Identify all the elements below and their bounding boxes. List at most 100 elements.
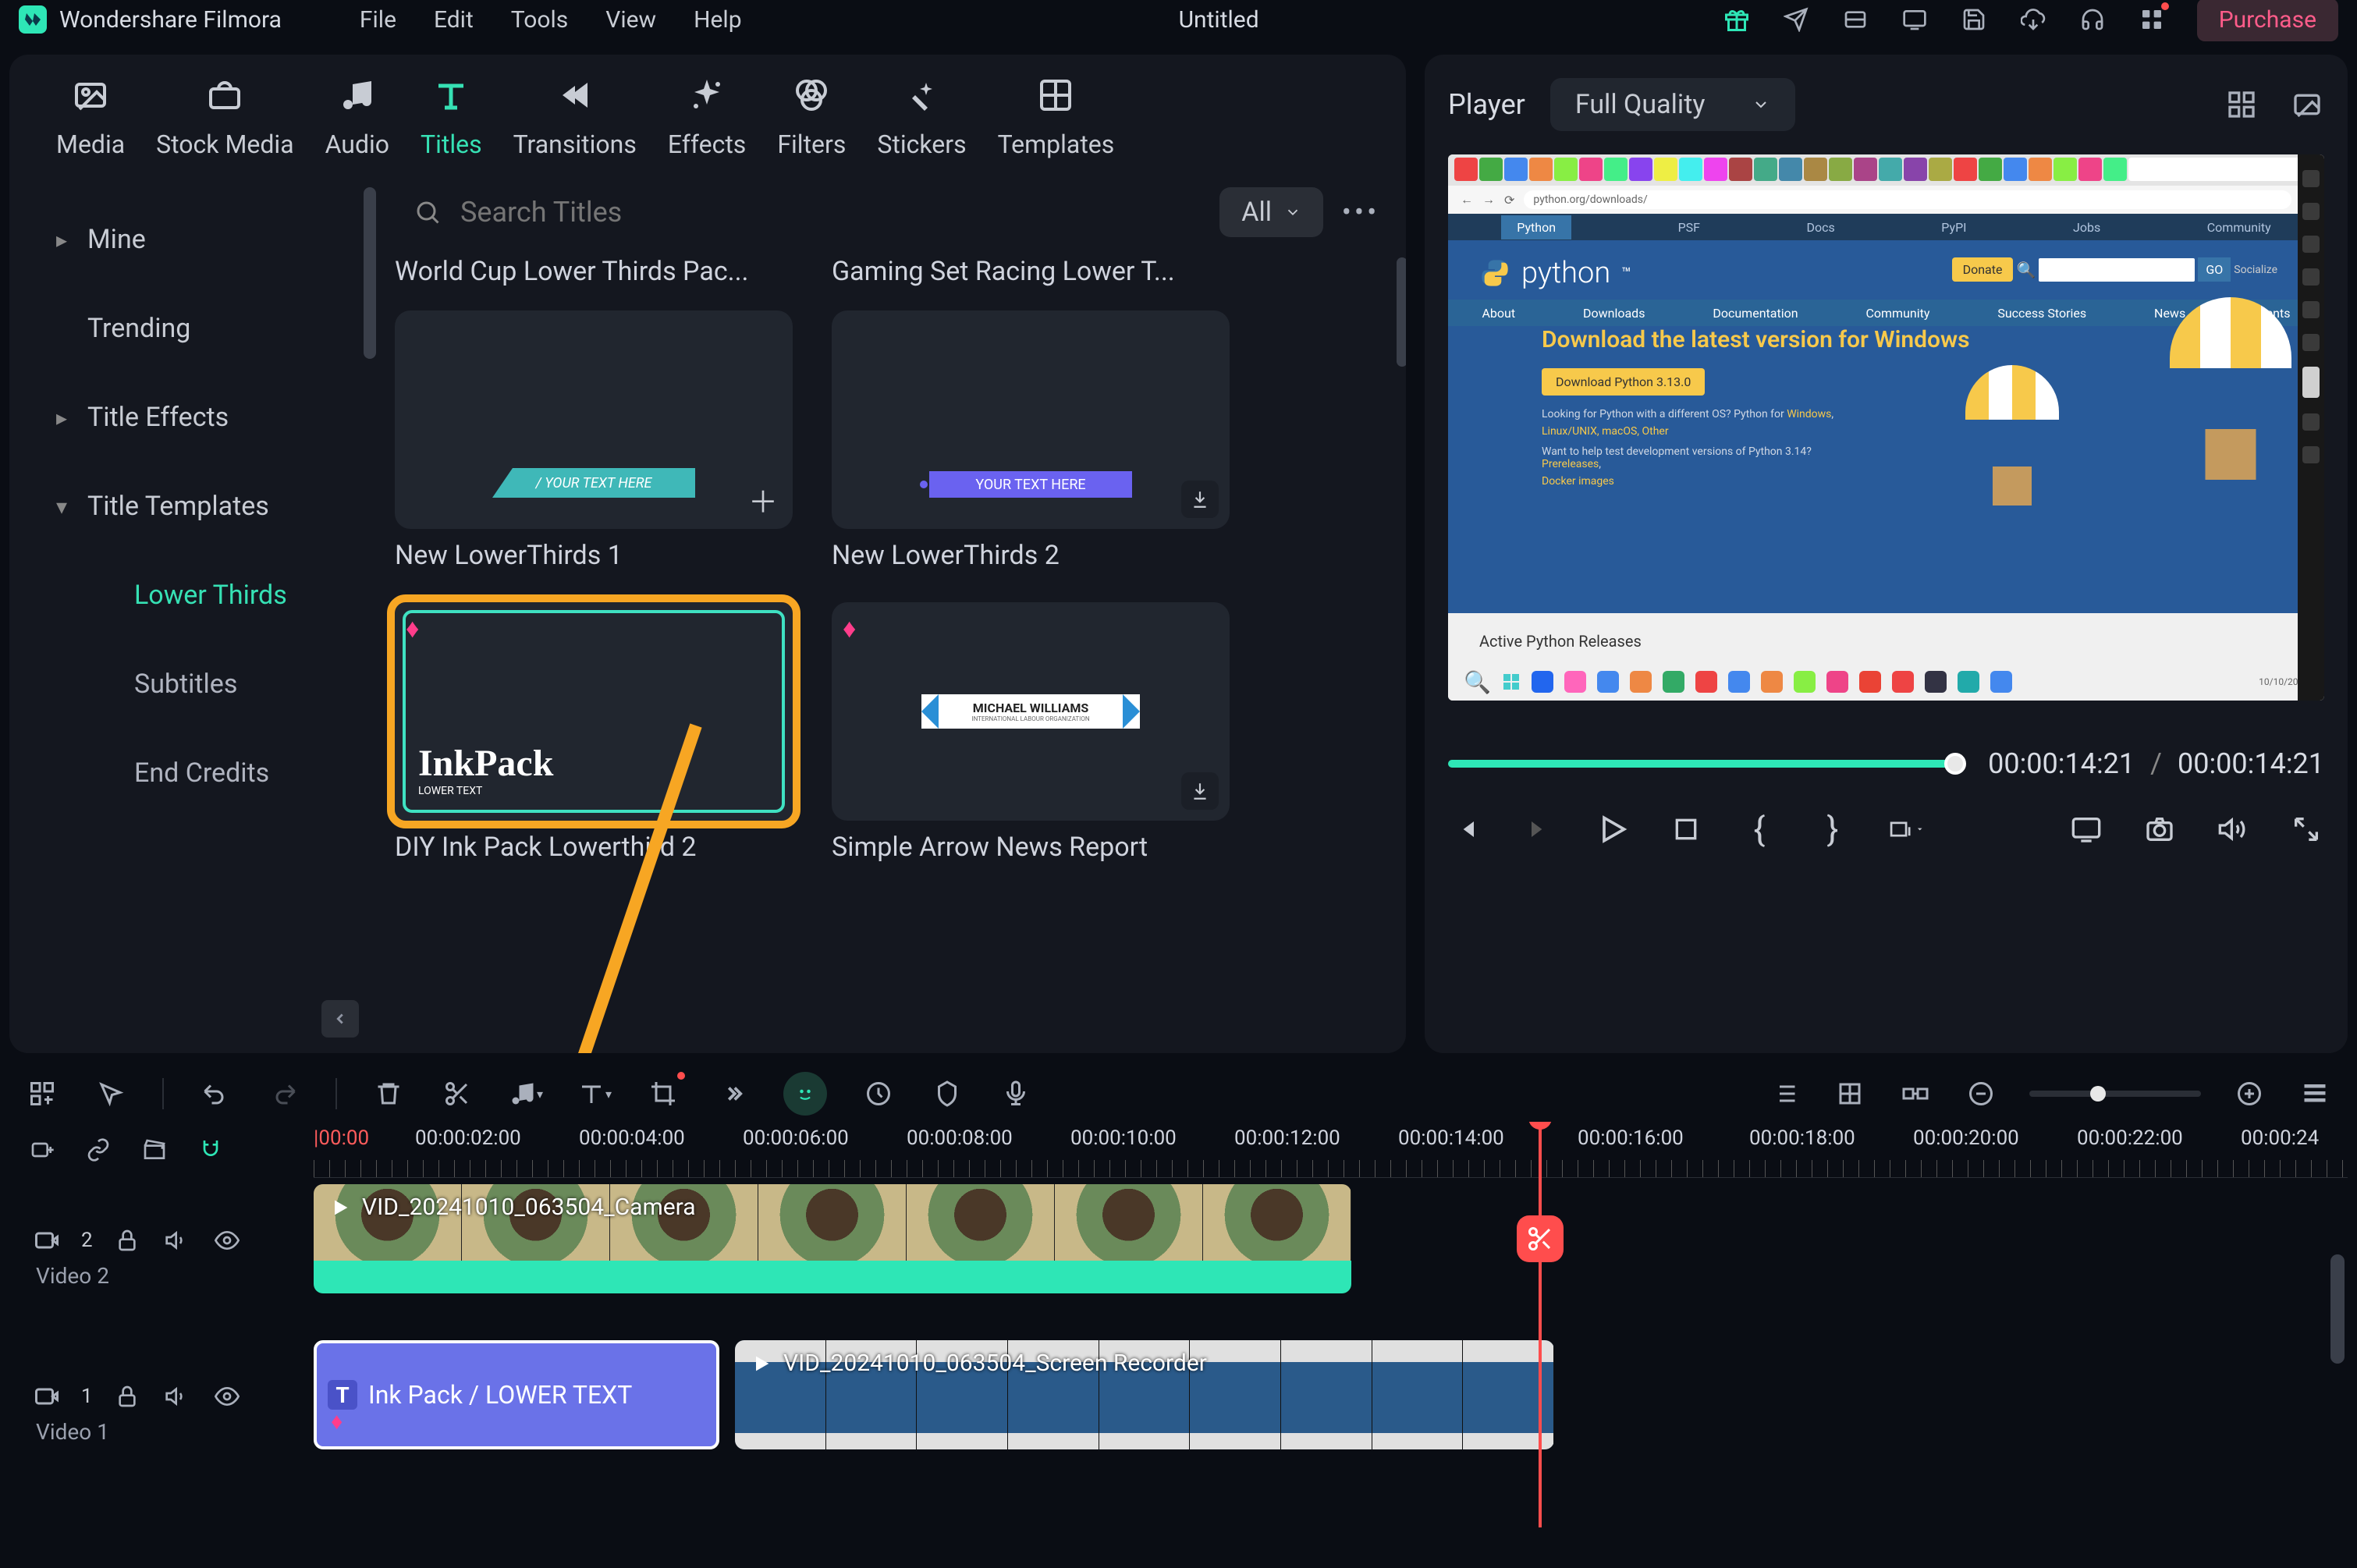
sidebar-item-mine[interactable]: ▸Mine <box>9 195 368 284</box>
crop-icon[interactable] <box>646 1077 680 1111</box>
search-input[interactable] <box>460 196 1182 229</box>
snap-icon[interactable] <box>1833 1077 1867 1111</box>
zoom-slider[interactable] <box>2029 1091 2201 1097</box>
tab-stock-media[interactable]: Stock Media <box>156 73 293 159</box>
clip-video1-screen[interactable]: VID_20241010_063504_Screen Recorder <box>735 1340 1554 1449</box>
display-icon[interactable] <box>2068 811 2104 847</box>
grid-scrollbar[interactable] <box>1397 257 1406 367</box>
tab-effects[interactable]: Effects <box>668 73 746 159</box>
mute-icon[interactable] <box>162 1381 193 1412</box>
step-back-icon[interactable] <box>1448 811 1484 847</box>
add-track-icon[interactable] <box>25 1133 59 1167</box>
track-lane-video1[interactable]: T Ink Pack / LOWER TEXT ♦ VID_20241010_0… <box>314 1334 2348 1459</box>
sidebar-item-title-effects[interactable]: ▸Title Effects <box>9 373 368 462</box>
track-lane-video2[interactable]: VID_20241010_063504_Camera <box>314 1178 2348 1303</box>
track-header-video2[interactable]: 2 Video 2 <box>9 1178 314 1303</box>
menu-view[interactable]: View <box>605 6 656 34</box>
more-tools-icon[interactable] <box>715 1077 749 1111</box>
scissors-icon[interactable] <box>440 1077 474 1111</box>
timeline-tracks[interactable]: |00:00 00:00:02:00 00:00:04:00 00:00:06:… <box>314 1122 2348 1568</box>
pack-label[interactable]: Gaming Set Racing Lower T... <box>832 256 1230 287</box>
sidebar-subitem-end-credits[interactable]: End Credits <box>9 729 368 818</box>
tab-media[interactable]: Media <box>56 73 125 159</box>
tab-stickers[interactable]: Stickers <box>877 73 966 159</box>
grid-view-icon[interactable] <box>2224 87 2259 122</box>
tab-transitions[interactable]: Transitions <box>513 73 637 159</box>
cursor-icon[interactable] <box>94 1077 128 1111</box>
purchase-button[interactable]: Purchase <box>2197 0 2338 41</box>
layout-icon[interactable] <box>1841 5 1869 34</box>
apps-icon[interactable] <box>2138 5 2166 34</box>
zoom-in-icon[interactable] <box>2232 1077 2266 1111</box>
tab-titles[interactable]: Titles <box>421 73 482 159</box>
marker-icon[interactable] <box>930 1077 964 1111</box>
tab-filters[interactable]: Filters <box>777 73 846 159</box>
sidebar-subitem-lower-thirds[interactable]: Lower Thirds <box>9 551 368 640</box>
lock-icon[interactable] <box>112 1381 143 1412</box>
tab-audio[interactable]: Audio <box>325 73 389 159</box>
fullscreen-icon[interactable] <box>2288 811 2324 847</box>
add-icon[interactable]: ＋ <box>744 481 782 518</box>
text-on-timeline-icon[interactable]: ▾ <box>577 1077 612 1111</box>
clip-title-inkpack[interactable]: T Ink Pack / LOWER TEXT ♦ <box>314 1340 719 1449</box>
voiceover-icon[interactable] <box>999 1077 1033 1111</box>
title-thumb-simple-arrow-news[interactable]: ♦ MICHAEL WILLIAMS INTERNATIONAL LABOUR … <box>832 602 1230 821</box>
list-icon[interactable] <box>1767 1077 1801 1111</box>
visibility-icon[interactable] <box>211 1225 243 1256</box>
link-clips-icon[interactable] <box>1898 1077 1933 1111</box>
snapshot-icon[interactable] <box>2142 811 2178 847</box>
preview-viewport[interactable]: ←→⟳ python.org/downloads/ ★ Python PSF D… <box>1448 154 2324 701</box>
title-thumb-new-lowerthirds-1[interactable]: / YOUR TEXT HERE ＋ <box>395 310 793 529</box>
download-icon[interactable] <box>1181 772 1219 810</box>
monitor-icon[interactable] <box>1901 5 1929 34</box>
menu-tools[interactable]: Tools <box>511 6 568 34</box>
audio-beats-icon[interactable]: ▾ <box>509 1077 543 1111</box>
playhead-scissors-icon[interactable] <box>1517 1215 1564 1262</box>
mark-in-icon[interactable]: { <box>1741 811 1777 847</box>
title-thumb-new-lowerthirds-2[interactable]: YOUR TEXT HERE <box>832 310 1230 529</box>
download-icon[interactable] <box>1181 481 1219 518</box>
menu-file[interactable]: File <box>360 6 396 34</box>
sidebar-item-title-templates[interactable]: ▾Title Templates <box>9 462 368 551</box>
redo-icon[interactable] <box>267 1077 301 1111</box>
lock-icon[interactable] <box>112 1225 143 1256</box>
sidebar-item-trending[interactable]: Trending <box>9 284 368 373</box>
undo-icon[interactable] <box>198 1077 233 1111</box>
timeline-scrollbar[interactable] <box>2330 1254 2345 1364</box>
gift-icon[interactable] <box>1723 5 1751 34</box>
track-options-icon[interactable] <box>2298 1077 2332 1111</box>
visibility-icon[interactable] <box>211 1381 243 1412</box>
timeline-ruler[interactable]: |00:00 00:00:02:00 00:00:04:00 00:00:06:… <box>314 1122 2348 1178</box>
sidebar-back-button[interactable] <box>321 1000 359 1038</box>
link-track-icon[interactable] <box>81 1133 115 1167</box>
cloud-download-icon[interactable] <box>2019 5 2047 34</box>
title-thumb-diy-ink-pack[interactable]: ♦ InkPack LOWER TEXT <box>395 602 793 821</box>
magnet-icon[interactable] <box>193 1133 228 1167</box>
ai-assistant-icon[interactable] <box>783 1072 827 1116</box>
playback-thumb[interactable] <box>1944 753 1966 775</box>
volume-icon[interactable] <box>2215 811 2251 847</box>
clap-icon[interactable] <box>137 1133 172 1167</box>
playback-slider[interactable] <box>1448 760 1963 768</box>
zoom-thumb[interactable] <box>2090 1086 2106 1102</box>
speed-icon[interactable] <box>861 1077 896 1111</box>
mute-icon[interactable] <box>162 1225 193 1256</box>
track-header-video1[interactable]: 1 Video 1 <box>9 1334 314 1459</box>
zoom-out-icon[interactable] <box>1964 1077 1998 1111</box>
menu-help[interactable]: Help <box>694 6 741 34</box>
layout-timeline-icon[interactable] <box>25 1077 59 1111</box>
send-icon[interactable] <box>1782 5 1810 34</box>
image-view-icon[interactable] <box>2290 87 2324 122</box>
play-icon[interactable] <box>1595 811 1631 847</box>
pack-label[interactable]: World Cup Lower Thirds Pac... <box>395 256 793 287</box>
support-icon[interactable] <box>2078 5 2107 34</box>
tab-templates[interactable]: Templates <box>998 73 1115 159</box>
quality-select[interactable]: Full Quality <box>1550 78 1796 131</box>
menu-edit[interactable]: Edit <box>434 6 474 34</box>
filter-all-dropdown[interactable]: All <box>1219 187 1323 237</box>
sidebar-subitem-subtitles[interactable]: Subtitles <box>9 640 368 729</box>
more-options-button[interactable]: ••• <box>1342 193 1379 231</box>
playhead[interactable] <box>1539 1122 1542 1527</box>
stop-icon[interactable] <box>1668 811 1704 847</box>
ratio-icon[interactable] <box>1888 811 1924 847</box>
